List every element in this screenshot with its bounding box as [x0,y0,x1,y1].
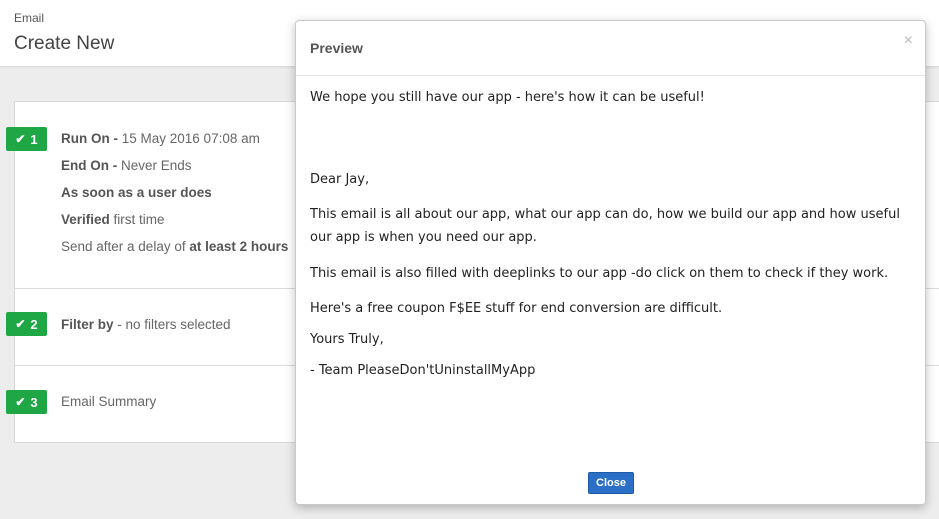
email-subject: We hope you still have our app - here's … [310,90,705,105]
email-paragraph: This email is also filled with deeplinks… [310,266,889,281]
close-icon[interactable]: × [904,32,913,50]
step-number: 1 [30,131,38,147]
trigger-line: As soon as a user does [61,185,212,200]
email-signoff: Yours Truly, [310,332,384,347]
email-paragraph: Here's a free coupon F$EE stuff for end … [310,301,723,316]
run-on-line: Run On - 15 May 2016 07:08 am [61,131,260,146]
step-1-badge[interactable]: ✔ 1 [6,127,47,151]
preview-modal: Preview × We hope you still have our app… [295,20,926,505]
step-2-badge[interactable]: ✔ 2 [6,312,47,336]
check-icon: ✔ [15,132,26,146]
delay-line: Send after a delay of at least 2 hours [61,239,289,254]
page-title: Create New [14,33,115,54]
step-number: 3 [30,394,38,410]
step-number: 2 [30,316,38,332]
event-line: Verified first time [61,212,165,227]
check-icon: ✔ [15,317,26,331]
breadcrumb[interactable]: Email [14,11,44,25]
summary-line: Email Summary [61,394,157,409]
check-icon: ✔ [15,395,26,409]
end-on-line: End On - Never Ends [61,158,192,173]
email-signature: - Team PleaseDon'tUninstallMyApp [310,363,536,378]
filter-line: Filter by - no filters selected [61,317,231,332]
email-greeting: Dear Jay, [310,172,370,187]
email-paragraph: This email is all about our app, what ou… [310,207,900,245]
step-3-badge[interactable]: ✔ 3 [6,390,47,414]
modal-title: Preview [310,40,363,56]
divider [296,75,925,76]
close-button[interactable]: Close [588,472,634,494]
